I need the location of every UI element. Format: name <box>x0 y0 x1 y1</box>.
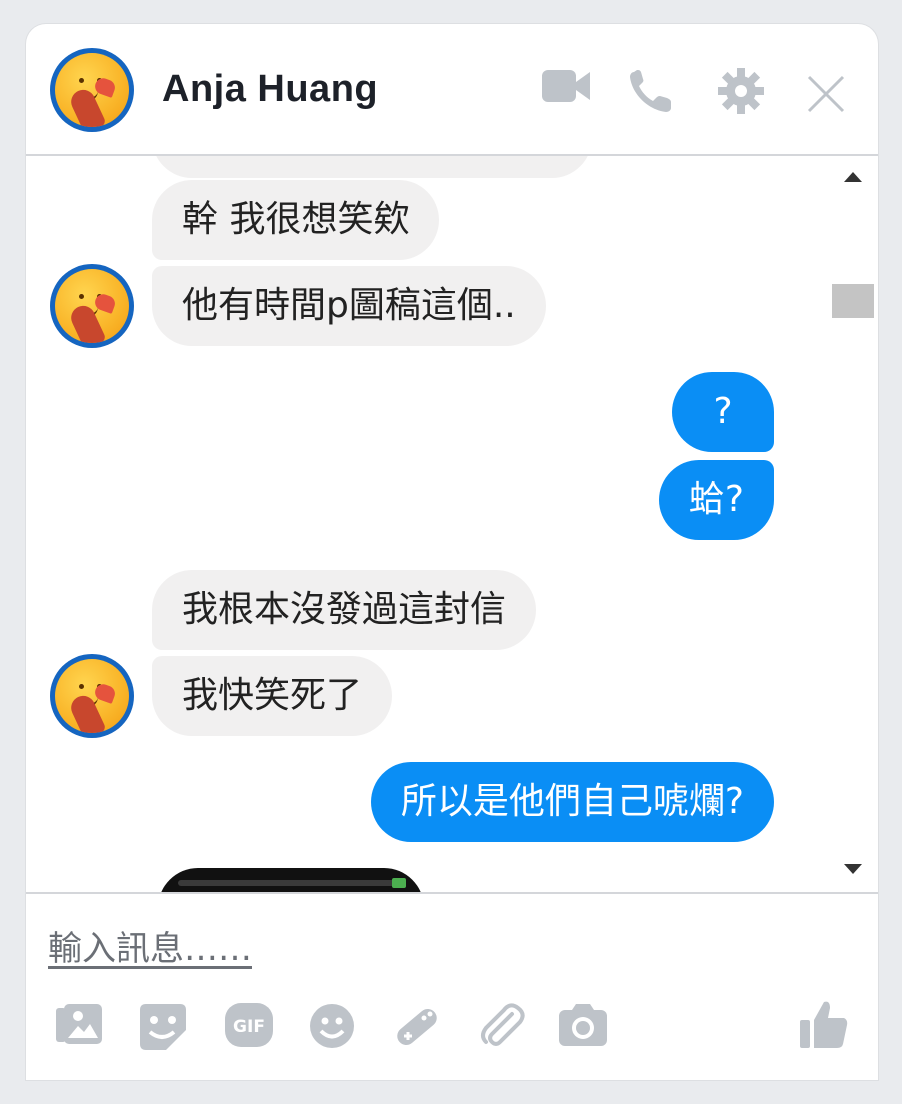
svg-text:GIF: GIF <box>233 1017 265 1037</box>
avatar-face <box>55 269 129 343</box>
message-bubble[interactable]: 所以是他們自己唬爛? <box>370 762 774 842</box>
attachment-icon[interactable] <box>476 1002 526 1056</box>
avatar-eye <box>79 294 84 299</box>
contact-name[interactable]: Anja Huang <box>162 68 378 111</box>
thumbs-up-icon[interactable] <box>798 998 850 1054</box>
status-bar <box>178 880 404 886</box>
message-input[interactable] <box>48 924 348 974</box>
video-camera-icon[interactable] <box>542 68 592 108</box>
camera-icon[interactable] <box>558 1002 608 1052</box>
sender-avatar[interactable] <box>50 264 134 348</box>
scroll-up-arrow-icon[interactable] <box>844 172 862 182</box>
emoji-icon[interactable] <box>308 1002 356 1054</box>
message-bubble[interactable]: 蛤? <box>658 460 774 540</box>
message-bubble[interactable]: 我快笑死了 <box>152 656 393 736</box>
gear-icon[interactable] <box>716 66 766 120</box>
game-icon[interactable] <box>390 1002 444 1056</box>
avatar-face <box>55 53 129 127</box>
message-bubble[interactable]: 他有時間p圖稿這個.. <box>152 266 546 346</box>
scroll-down-arrow-icon[interactable] <box>844 864 862 874</box>
contact-avatar[interactable] <box>50 48 134 132</box>
message-bubble-partial <box>152 156 592 178</box>
sender-avatar[interactable] <box>50 654 134 738</box>
photo-icon[interactable] <box>54 1002 104 1052</box>
composer: GIF <box>26 892 878 1080</box>
gif-icon[interactable]: GIF <box>224 1002 274 1052</box>
avatar-eye <box>79 78 84 83</box>
avatar-eye <box>79 684 84 689</box>
image-attachment[interactable] <box>158 868 424 892</box>
message-bubble[interactable]: 我根本沒發過這封信 <box>152 570 537 650</box>
message-bubble[interactable]: ? <box>672 372 774 452</box>
status-bar-indicator <box>392 878 406 888</box>
chat-window: Anja Huang 幹 我很想笑欸 他有時間p圖稿這個.. ? 蛤? 我根本沒… <box>26 24 878 1080</box>
chat-header: Anja Huang <box>26 24 878 156</box>
sticker-icon[interactable] <box>138 1002 188 1056</box>
scroll-thumb[interactable] <box>832 284 874 318</box>
message-list[interactable]: 幹 我很想笑欸 他有時間p圖稿這個.. ? 蛤? 我根本沒發過這封信 我快笑死了… <box>26 156 826 892</box>
close-icon[interactable] <box>806 74 846 118</box>
avatar-face <box>55 659 129 733</box>
phone-icon[interactable] <box>628 68 678 118</box>
message-bubble[interactable]: 幹 我很想笑欸 <box>152 180 440 260</box>
message-scrollbar[interactable] <box>826 156 878 892</box>
